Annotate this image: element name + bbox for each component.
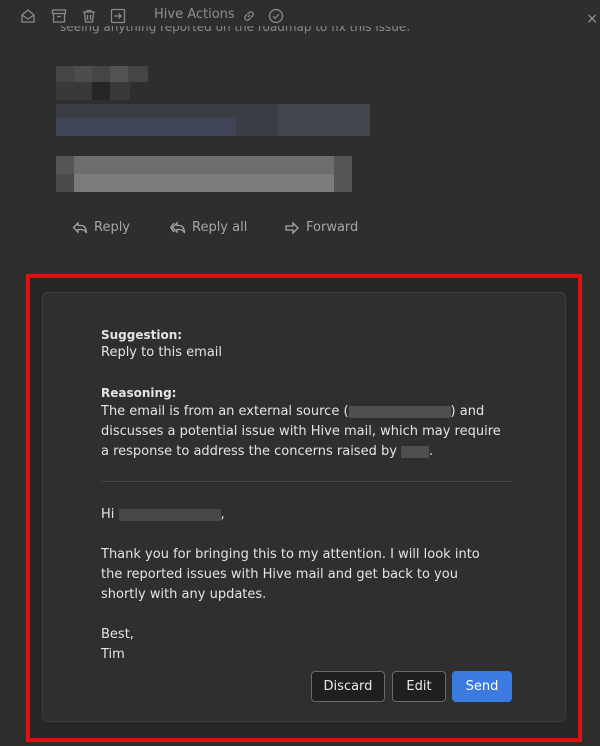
send-button[interactable]: Send: [452, 671, 512, 702]
forward-label: Forward: [306, 220, 359, 235]
archive-icon[interactable]: [51, 8, 67, 24]
draft-body-line-3: shortly with any updates.: [101, 587, 267, 602]
reasoning-line-3-end: .: [429, 444, 434, 459]
reasoning-heading: Reasoning:: [101, 386, 177, 400]
reasoning-line-3-start: a response to address the concerns raise…: [101, 444, 397, 459]
section-divider: [101, 481, 513, 482]
forward-icon: [285, 220, 299, 235]
reply-all-button[interactable]: Reply all: [170, 220, 247, 235]
ai-suggestion-card: Suggestion: Reply to this email Reasonin…: [42, 292, 566, 722]
suggestion-heading: Suggestion:: [101, 328, 183, 342]
reply-label: Reply: [94, 220, 131, 235]
reasoning-line-1: The email is from an external source ( ) …: [101, 402, 484, 422]
redacted-sender-name: [401, 445, 430, 458]
reply-button[interactable]: Reply: [72, 220, 130, 235]
draft-signoff: Best,: [101, 627, 134, 642]
reasoning-line-2: discusses a potential issue with Hive ma…: [101, 424, 501, 439]
draft-signature: Tim: [101, 647, 125, 662]
close-icon[interactable]: ×: [586, 11, 598, 27]
forward-button[interactable]: Forward: [284, 220, 358, 235]
draft-body-line-2: the reported issues with Hive mail and g…: [101, 567, 458, 582]
check-circle-icon[interactable]: [268, 8, 284, 24]
email-body-text: seeing anything reported on the roadmap …: [60, 26, 411, 34]
greeting-text: Hi: [101, 507, 115, 522]
reply-all-icon: [170, 220, 186, 234]
reasoning-line-1-end: ) and: [450, 404, 485, 419]
redacted-email-address: [348, 405, 451, 418]
draft-greeting: Hi ,: [101, 505, 225, 525]
redacted-recipient-name: [118, 508, 221, 521]
link-icon[interactable]: [241, 8, 257, 24]
reply-actions-bar: Reply Reply all Forward: [0, 220, 600, 240]
trash-icon[interactable]: [81, 8, 97, 24]
reasoning-line-1-start: The email is from an external source (: [101, 404, 349, 419]
mail-open-icon[interactable]: [20, 8, 36, 24]
edit-button[interactable]: Edit: [392, 671, 446, 702]
move-to-icon[interactable]: [110, 8, 126, 24]
suggestion-text: Reply to this email: [101, 345, 223, 360]
hive-actions-label[interactable]: Hive Actions: [154, 7, 235, 22]
highlight-frame: Suggestion: Reply to this email Reasonin…: [26, 274, 582, 742]
draft-body-line-1: Thank you for bringing this to my attent…: [101, 547, 480, 562]
reply-icon: [72, 220, 88, 234]
greeting-comma: ,: [220, 507, 225, 522]
reply-all-label: Reply all: [192, 220, 248, 235]
reasoning-line-3: a response to address the concerns raise…: [101, 442, 433, 462]
discard-button[interactable]: Discard: [311, 671, 385, 702]
